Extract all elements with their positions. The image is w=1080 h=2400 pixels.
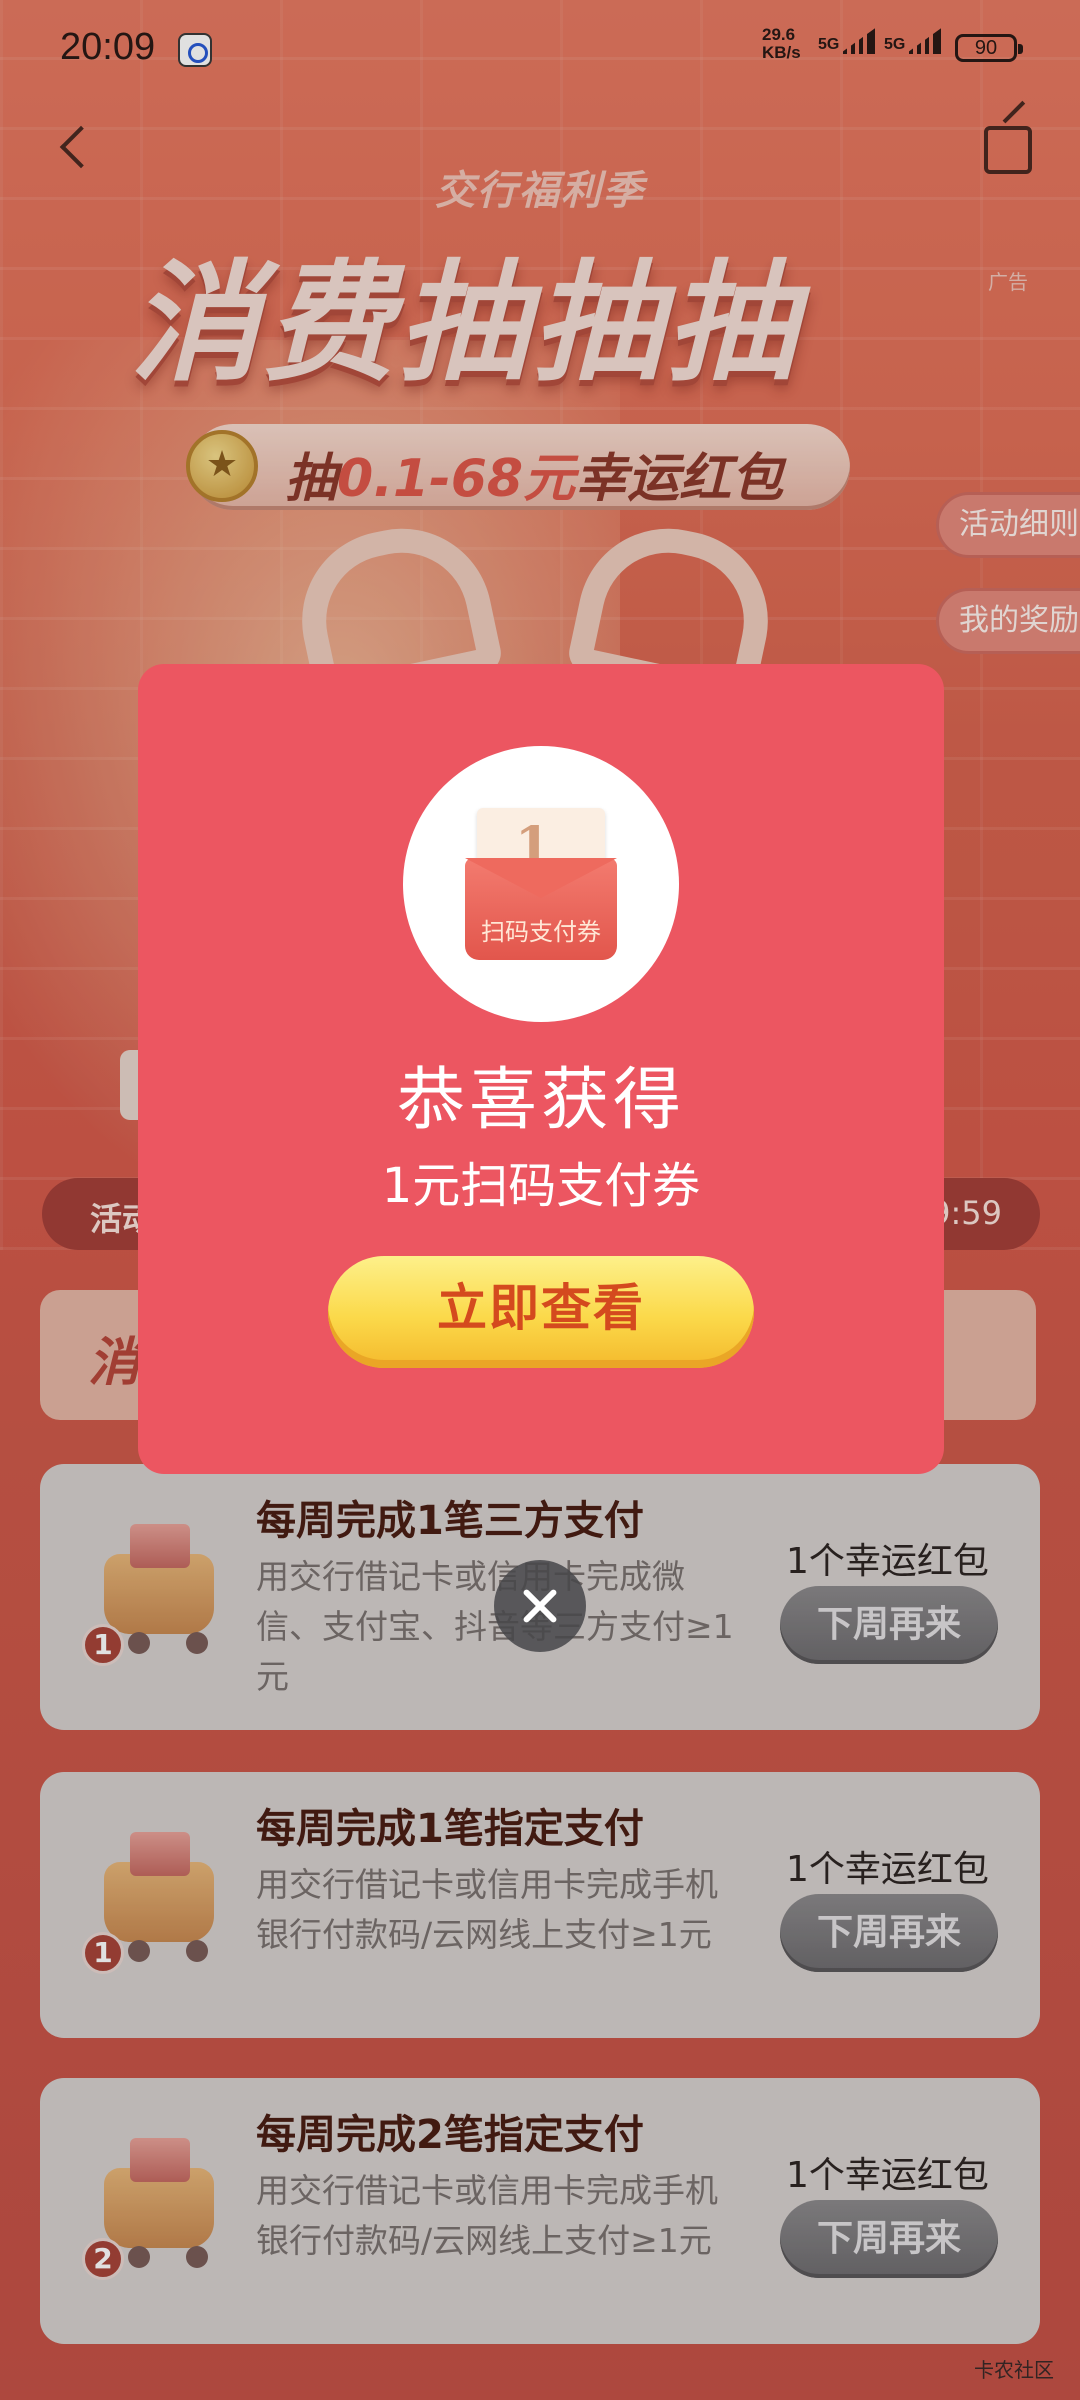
prize-image-circle: 1 元 扫码支付券 [403, 746, 679, 1022]
coupon-label: 扫码支付券 [481, 918, 601, 946]
view-now-button[interactable]: 立即查看 [328, 1256, 754, 1368]
prize-name: 1元扫码支付券 [381, 1158, 701, 1214]
congrats-heading: 恭喜获得 [396, 1061, 685, 1140]
close-icon[interactable] [494, 1560, 586, 1652]
red-envelope: 扫码支付券 [465, 858, 617, 960]
red-envelope-coupon-icon: 1 元 扫码支付券 [465, 808, 617, 960]
prize-modal: 1 元 扫码支付券 恭喜获得 1元扫码支付券 立即查看 [138, 664, 944, 1474]
